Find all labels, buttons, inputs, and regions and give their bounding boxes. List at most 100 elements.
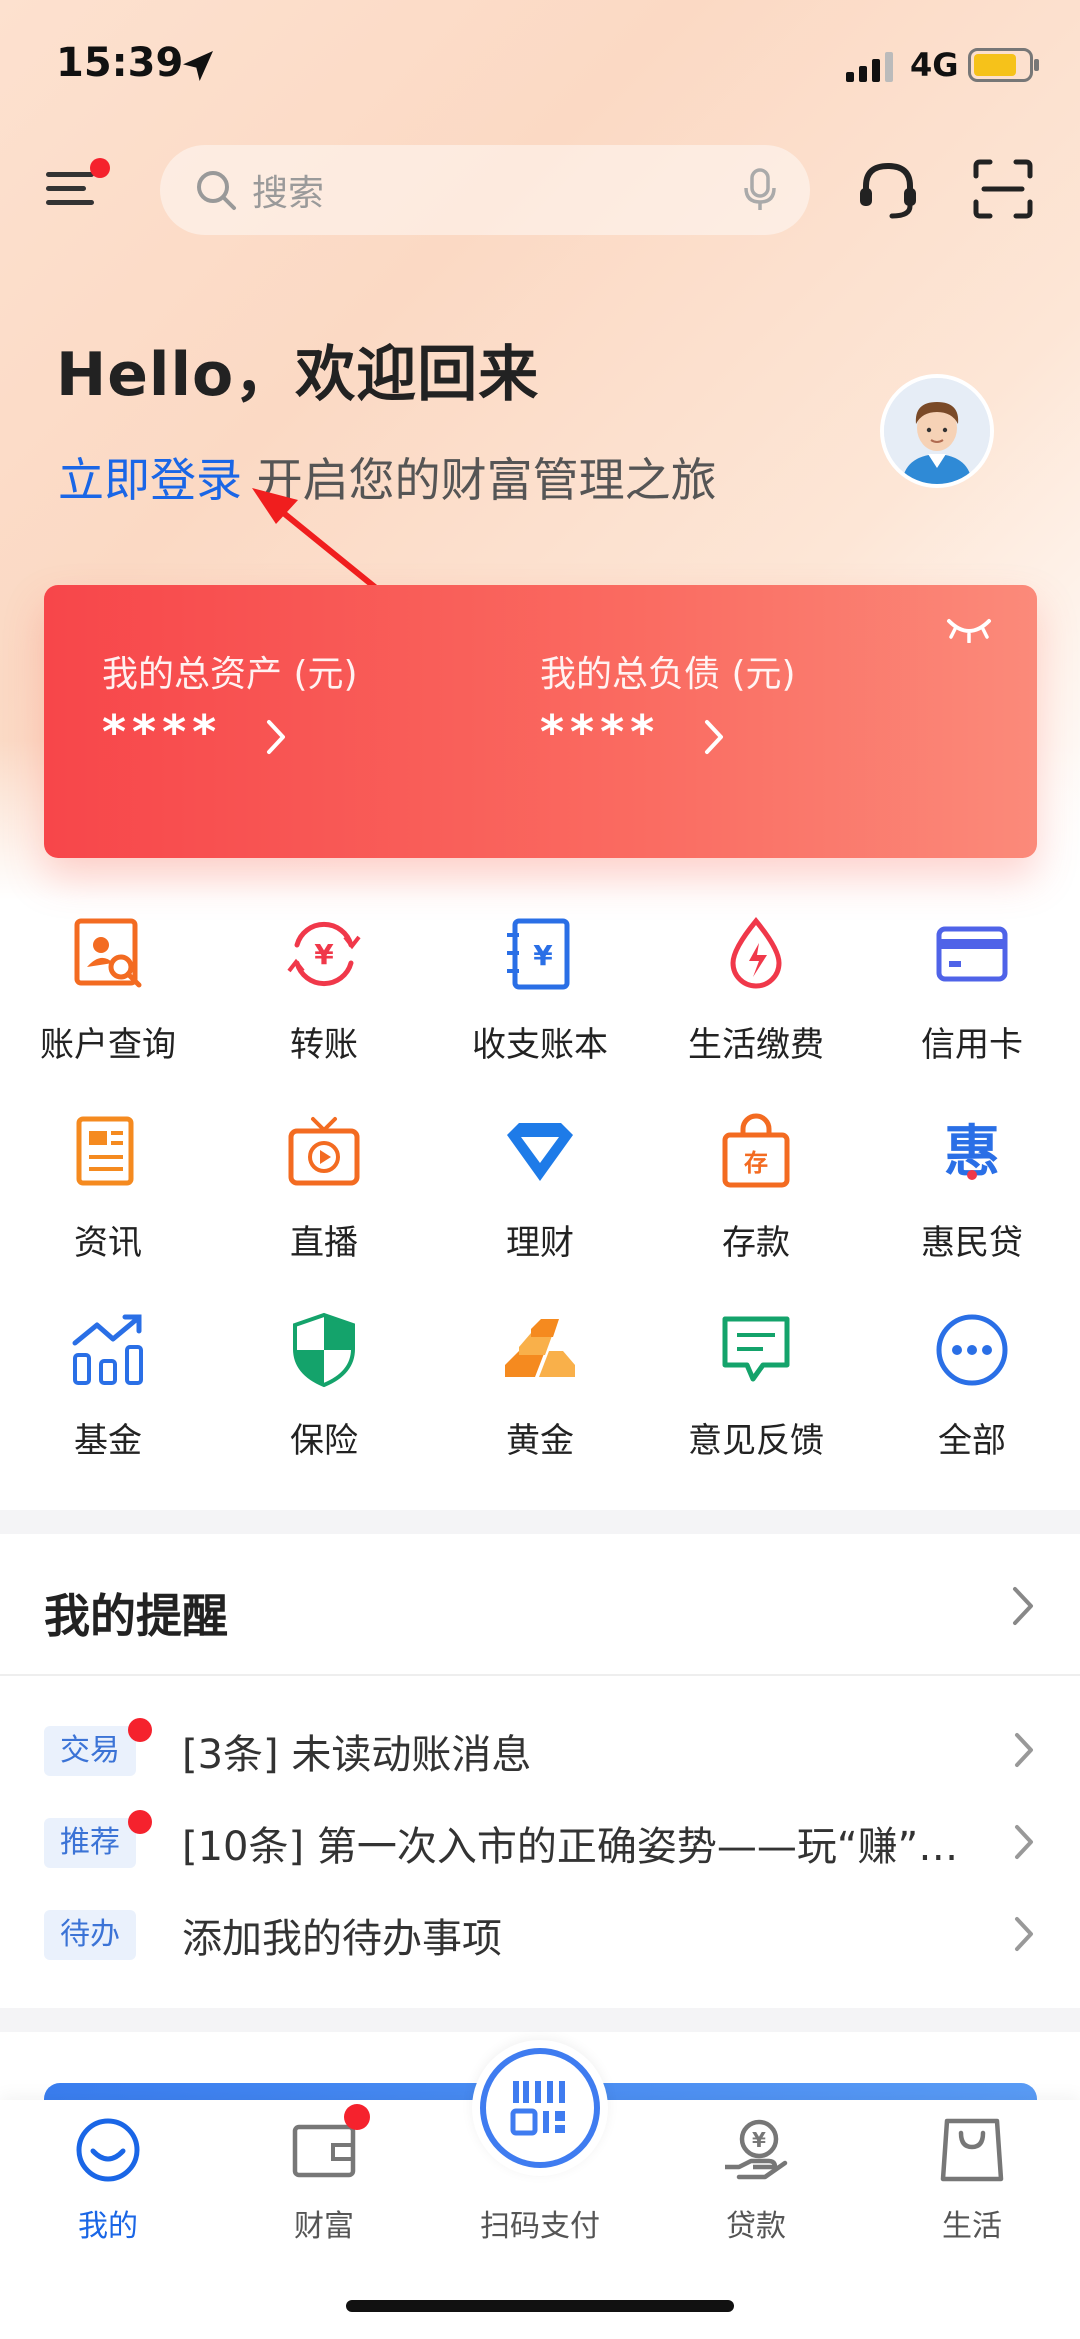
location-arrow-icon [183, 51, 213, 81]
huimin-loan-icon: 惠 [944, 1120, 1000, 1185]
chevron-right-icon [1015, 1917, 1033, 1951]
grid-label: 基金 [74, 1421, 142, 1461]
reminder-row[interactable]: 推荐 [10条] 第一次入市的正确姿势——玩“赚”… [0, 1810, 1080, 1890]
shopping-bag-icon [940, 2118, 1004, 2182]
chevron-right-icon [1015, 1825, 1033, 1859]
svg-text:¥: ¥ [314, 938, 334, 971]
fund-icon [72, 1314, 143, 1385]
deposit-icon: 存 [722, 1113, 790, 1188]
reminder-text: [10条] 第一次入市的正确姿势——玩“赚”… [182, 1824, 959, 1870]
tab-mine[interactable]: 我的 [0, 2115, 216, 2245]
more-icon [936, 1314, 1008, 1386]
grid-item-insurance[interactable]: 保险 [216, 1311, 432, 1491]
grid-item-wealth[interactable]: 理财 [432, 1113, 648, 1293]
grid-label: 惠民贷 [921, 1223, 1023, 1263]
smile-icon [76, 2118, 140, 2182]
grid-label: 理财 [506, 1223, 574, 1263]
reminder-text: [3条] 未读动账消息 [182, 1732, 532, 1778]
grid-item-fund[interactable]: 基金 [0, 1311, 216, 1491]
signal-icon [846, 52, 893, 82]
loan-icon: ¥ [725, 2119, 788, 2180]
asset-summary-card: 我的总资产 (元) **** 我的总负债 (元) **** [44, 585, 1037, 858]
grid-label: 存款 [722, 1223, 790, 1263]
menu-badge-dot [90, 158, 110, 178]
gold-icon [505, 1319, 575, 1377]
tab-spacer-icon [505, 2115, 575, 2185]
diamond-icon [507, 1123, 573, 1181]
grid-label: 生活缴费 [688, 1025, 824, 1065]
login-link[interactable]: 立即登录 [58, 453, 242, 507]
section-divider [0, 1510, 1080, 1534]
total-assets-value[interactable]: **** [102, 705, 222, 759]
reminder-row[interactable]: 交易 [3条] 未读动账消息 [0, 1718, 1080, 1798]
eye-closed-icon[interactable] [945, 615, 993, 643]
search-placeholder: 搜索 [252, 173, 325, 214]
grid-item-transfer[interactable]: ¥ 转账 [216, 915, 432, 1095]
account-query-icon [74, 918, 142, 988]
reminders-title[interactable]: 我的提醒 [44, 1580, 228, 1646]
tab-label: 生活 [942, 2209, 1002, 2244]
total-debt-chevron-icon[interactable] [702, 717, 726, 757]
credit-card-icon [936, 926, 1008, 982]
divider [0, 1674, 1080, 1676]
grid-item-bill-pay[interactable]: 生活缴费 [648, 915, 864, 1095]
avatar-person-icon [884, 378, 990, 484]
home-indicator [346, 2300, 734, 2312]
mic-icon[interactable] [740, 166, 780, 214]
grid-item-news[interactable]: 资讯 [0, 1113, 216, 1293]
grid-label: 直播 [290, 1223, 358, 1263]
search-icon [197, 171, 236, 210]
reminder-tag: 推荐 [44, 1818, 136, 1868]
reminder-row[interactable]: 待办 添加我的待办事项 [0, 1902, 1080, 1982]
grid-label: 账户查询 [40, 1025, 176, 1065]
grid-item-all[interactable]: 全部 [864, 1311, 1080, 1491]
battery-icon [968, 48, 1039, 82]
svg-text:¥: ¥ [533, 939, 553, 972]
tab-label: 贷款 [726, 2209, 786, 2244]
tab-label: 财富 [294, 2209, 354, 2244]
grid-item-live[interactable]: 直播 [216, 1113, 432, 1293]
section-divider [0, 2008, 1080, 2032]
tab-scan-pay[interactable]: 扫码支付 [432, 2115, 648, 2245]
grid-label: 意见反馈 [688, 1421, 824, 1461]
unread-dot [128, 1718, 152, 1742]
grid-item-account-query[interactable]: 账户查询 [0, 915, 216, 1095]
tab-label: 扫码支付 [480, 2209, 600, 2244]
news-icon [76, 1116, 134, 1186]
greeting-heading: Hello，欢迎回来 [56, 340, 540, 410]
avatar[interactable] [880, 374, 994, 488]
grid-item-huimin-loan[interactable]: 惠 惠民贷 [864, 1113, 1080, 1293]
grid-label: 保险 [290, 1421, 358, 1461]
total-assets-label: 我的总资产 (元) [102, 654, 358, 695]
tab-life[interactable]: 生活 [864, 2115, 1080, 2245]
svg-text:存: 存 [744, 1149, 768, 1177]
grid-label: 黄金 [506, 1421, 574, 1461]
status-time: 15:39 [56, 40, 184, 86]
grid-label: 资讯 [74, 1223, 142, 1263]
grid-item-credit-card[interactable]: 信用卡 [864, 915, 1080, 1095]
insurance-icon [293, 1312, 355, 1388]
network-label: 4G [910, 46, 959, 84]
bill-pay-icon [730, 917, 782, 989]
grid-item-feedback[interactable]: 意见反馈 [648, 1311, 864, 1491]
unread-dot [128, 1810, 152, 1834]
tab-loan[interactable]: ¥ 贷款 [648, 2115, 864, 2245]
total-assets-chevron-icon[interactable] [264, 717, 288, 757]
total-debt-value[interactable]: **** [540, 705, 660, 759]
reminder-text: 添加我的待办事项 [182, 1916, 502, 1962]
grid-item-gold[interactable]: 黄金 [432, 1311, 648, 1491]
grid-item-ledger[interactable]: ¥ 收支账本 [432, 915, 648, 1095]
tab-wealth[interactable]: 财富 [216, 2115, 432, 2245]
scan-icon[interactable] [972, 158, 1034, 220]
chevron-right-icon [1015, 1733, 1033, 1767]
grid-label: 收支账本 [472, 1025, 608, 1065]
grid-item-deposit[interactable]: 存 存款 [648, 1113, 864, 1293]
search-input[interactable]: 搜索 [160, 145, 810, 235]
reminder-tag: 交易 [44, 1726, 136, 1776]
headset-icon[interactable] [856, 158, 920, 222]
feedback-icon [722, 1316, 790, 1382]
tab-label: 我的 [78, 2209, 138, 2244]
ledger-icon: ¥ [507, 918, 570, 990]
chevron-right-icon[interactable] [1010, 1584, 1036, 1628]
reminder-tag: 待办 [44, 1910, 136, 1960]
